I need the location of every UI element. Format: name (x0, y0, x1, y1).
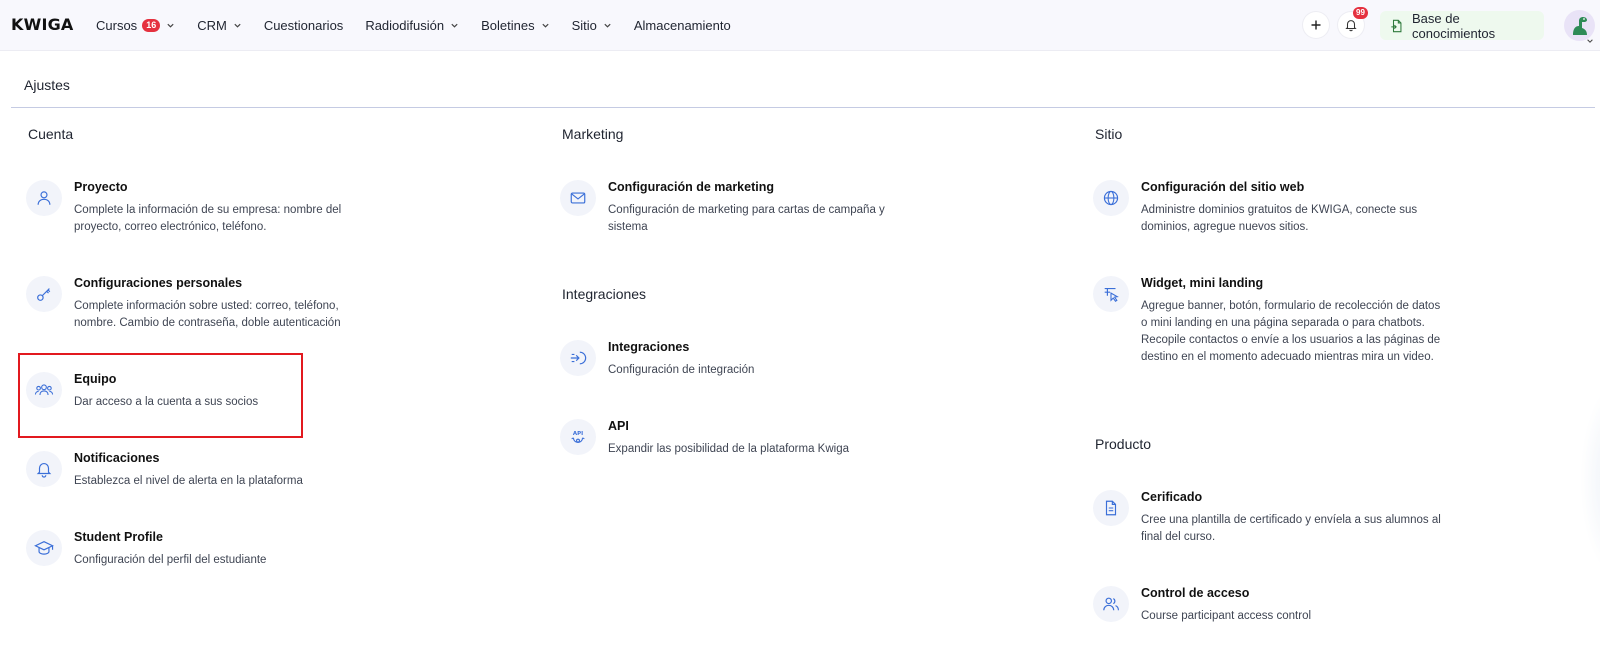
section-title-producto: Producto (1095, 436, 1152, 452)
section-title: Sitio (1095, 126, 1123, 142)
knowledge-base-label: Base de conocimientos (1412, 10, 1496, 41)
chevron-down-icon (450, 21, 459, 30)
item-title: Configuración de marketing (608, 180, 774, 194)
user-icon (26, 180, 62, 216)
nav-item-cuestionarios[interactable]: Cuestionarios (264, 18, 344, 33)
plus-icon (1310, 19, 1322, 31)
item-description: Configuración de marketing para cartas d… (608, 204, 885, 233)
item-description: Expandir las posibilidad de la plataform… (608, 443, 850, 455)
nav-item-label: Boletines (481, 18, 535, 33)
item-description: Complete información sobre usted: correo… (74, 300, 341, 329)
bell-icon (26, 451, 62, 487)
section-title: Cuenta (28, 126, 74, 142)
key-icon (26, 276, 62, 312)
item-title: Student Profile (74, 530, 163, 544)
nav-item-boletines[interactable]: Boletines (481, 18, 549, 33)
nav-item-almacenamiento[interactable]: Almacenamiento (634, 18, 731, 33)
item-title: Notificaciones (74, 451, 160, 465)
chevron-down-icon (541, 21, 550, 30)
item-description: Dar acceso a la cuenta a sus socios (74, 396, 259, 408)
nav-item-label: Almacenamiento (633, 18, 731, 33)
item-description: Configuración del perfil del estudiante (74, 554, 267, 566)
nav-item-crm[interactable]: CRM (197, 18, 242, 33)
chevron-down-icon (166, 21, 175, 30)
item-description: Configuración de integración (608, 364, 755, 376)
top-navigation-bar: KWIGA Cursos 16 CRM Cuestionarios Radiod… (0, 0, 1600, 51)
access-control-icon (1093, 586, 1129, 622)
widget-icon (1093, 276, 1129, 312)
courses-count-badge: 16 (142, 19, 161, 32)
nav-item-label: Radiodifusión (365, 18, 445, 33)
graduation-cap-icon (26, 530, 62, 566)
item-title: Proyecto (74, 180, 128, 194)
nav-item-sitio[interactable]: Sitio (572, 18, 612, 33)
nav-item-label: Cursos (96, 18, 138, 33)
nav-item-label: Sitio (571, 18, 597, 33)
item-title: Configuraciones personales (74, 276, 243, 290)
knowledge-base-button[interactable]: Base de conocimientos (1380, 10, 1544, 41)
item-description: Course participant access control (1141, 610, 1312, 622)
notifications-count-badge: 99 (1353, 7, 1368, 19)
item-title: Equipo (74, 372, 117, 386)
chevron-down-icon (233, 21, 242, 30)
item-description: Complete la información de su empresa: n… (74, 204, 342, 233)
globe-icon (1093, 180, 1129, 216)
notifications-button[interactable]: 99 (1338, 7, 1368, 38)
page-title: Ajustes (24, 77, 70, 93)
main-nav: Cursos 16 CRM Cuestionarios Radiodifusió… (96, 0, 753, 51)
item-title: API (608, 419, 629, 433)
section-title: Marketing (562, 126, 624, 142)
document-export-icon (1390, 19, 1404, 33)
nav-item-label: Cuestionarios (263, 18, 344, 33)
title-divider (11, 107, 1595, 108)
kwiga-logo[interactable]: KWIGA (11, 15, 74, 34)
mail-icon (560, 180, 596, 216)
item-description: Administre dominios gratuitos de KWIGA, … (1141, 204, 1418, 233)
item-title: Widget, mini landing (1141, 276, 1264, 290)
item-description: Establezca el nivel de alerta en la plat… (74, 475, 303, 487)
nav-item-label: CRM (197, 18, 227, 33)
nav-item-radiodifusion[interactable]: Radiodifusión (365, 18, 459, 33)
nav-item-cursos[interactable]: Cursos 16 (96, 18, 175, 33)
item-description: Cree una plantilla de certificado y enví… (1141, 514, 1441, 543)
team-icon (26, 372, 62, 408)
item-title: Cerificado (1141, 490, 1203, 504)
chevron-down-icon (1586, 32, 1594, 50)
item-title: Integraciones (608, 340, 690, 354)
svg-text:API: API (573, 431, 583, 437)
bell-icon (1344, 18, 1358, 32)
add-button[interactable] (1303, 12, 1329, 38)
section-title-integraciones: Integraciones (562, 286, 647, 302)
integration-icon (560, 340, 596, 376)
chevron-down-icon (603, 21, 612, 30)
item-title: Configuración del sitio web (1141, 180, 1305, 194)
certificate-icon (1093, 490, 1129, 526)
edge-shadow (1580, 380, 1600, 580)
api-icon: API (560, 419, 596, 455)
item-description: Agregue banner, botón, formulario de rec… (1141, 300, 1441, 363)
item-title: Control de acceso (1141, 586, 1250, 600)
